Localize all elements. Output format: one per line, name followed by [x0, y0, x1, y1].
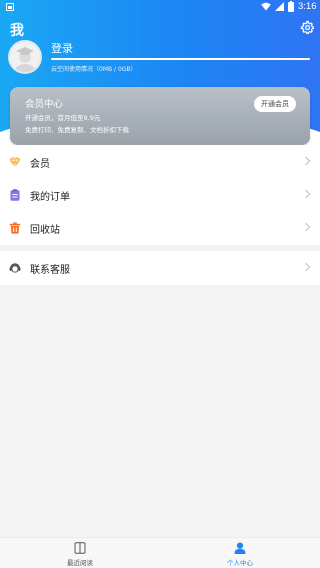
menu-item-contact-support[interactable]: 联系客服 [0, 251, 320, 285]
chevron-right-icon [301, 262, 311, 272]
gear-icon[interactable] [300, 20, 314, 34]
menu-item-orders[interactable]: 我的订单 [0, 178, 320, 212]
menu-item-membership[interactable]: 会员 [0, 145, 320, 179]
tab-recent-reading[interactable]: 最近阅读 [40, 538, 120, 568]
status-bar: 3:16 [0, 0, 320, 14]
gallery-notification-icon [6, 3, 14, 11]
menu-label-contact-support: 联系客服 [30, 265, 70, 276]
tab-personal-center[interactable]: 个人中心 [200, 538, 280, 568]
chevron-right-icon [301, 189, 311, 199]
bottom-nav: 最近阅读 个人中心 [0, 537, 320, 568]
wifi-icon [261, 2, 271, 11]
menu-label-recycle-bin: 回收站 [30, 225, 60, 236]
signal-icon [275, 2, 284, 11]
member-center-title: 会员中心 [25, 99, 64, 110]
chevron-right-icon [301, 156, 311, 166]
avatar[interactable] [8, 40, 42, 74]
menu-list: 会员 我的订单 回收站 [0, 145, 320, 245]
member-benefits-text: 免费打印、免费复制、文档折扣下载 [25, 126, 129, 134]
diamond-icon [9, 157, 21, 168]
status-time: 3:16 [298, 1, 317, 12]
order-clipboard-icon [10, 189, 20, 201]
book-icon [74, 542, 86, 554]
support-list: 联系客服 [0, 251, 320, 285]
menu-label-membership: 会员 [30, 159, 50, 170]
storage-progress-bar [51, 58, 310, 60]
battery-icon [288, 1, 294, 12]
page-title: 我 [10, 23, 24, 39]
tab-label-personal-center: 个人中心 [227, 559, 253, 567]
storage-usage-text: 云空间使用情况（0MB / 0GB） [51, 66, 137, 73]
login-link[interactable]: 登录 [51, 40, 73, 56]
chevron-right-icon [301, 222, 311, 232]
tab-label-recent-reading: 最近阅读 [67, 559, 93, 567]
customer-service-icon [9, 263, 21, 273]
trash-icon [9, 222, 21, 234]
graduate-avatar-icon [10, 42, 40, 72]
menu-label-orders: 我的订单 [30, 192, 70, 203]
member-center-card[interactable]: 会员中心 开通会员，首月低至9.9元 免费打印、免费复制、文档折扣下载 开通会员 [10, 87, 310, 145]
member-promo-text: 开通会员，首月低至9.9元 [25, 114, 101, 122]
menu-item-recycle-bin[interactable]: 回收站 [0, 211, 320, 245]
open-membership-button[interactable]: 开通会员 [254, 96, 296, 112]
person-icon [234, 542, 246, 554]
